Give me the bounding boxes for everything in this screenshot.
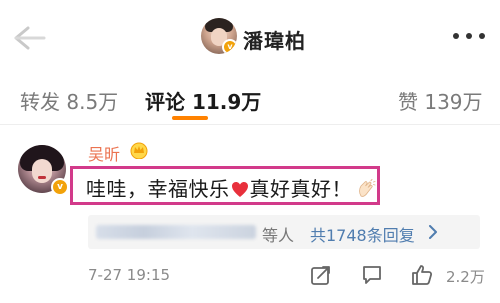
header-avatar[interactable]: v: [201, 18, 237, 54]
comment-text: 哇哇，幸福快乐 真好真好！: [86, 173, 376, 202]
share-icon[interactable]: [309, 263, 333, 287]
comment-verified-badge: v: [51, 178, 69, 196]
comment-icon[interactable]: [360, 263, 384, 287]
comment-text-part1: 哇哇，幸福快乐: [86, 177, 230, 201]
replies-count-link[interactable]: 共1748条回复: [310, 222, 415, 246]
chevron-right-icon: [429, 225, 437, 239]
crown-icon: [130, 142, 148, 159]
replies-suffix: 等人: [262, 226, 295, 245]
replies-preview[interactable]: 等人 共1748条回复: [88, 215, 480, 249]
weibo-comments-screen: v 潘瑋柏 转发 8.5万 评论 11.9万 赞 139万 v 吴昕 哇哇，幸福…: [0, 0, 500, 303]
like-count: 2.2万: [446, 268, 485, 286]
more-dots-icon[interactable]: [453, 28, 485, 44]
tab-likes[interactable]: 赞 139万: [398, 86, 483, 115]
back-arrow-icon[interactable]: [10, 24, 50, 52]
comment-text-part2: 真好真好！: [249, 177, 352, 201]
like-icon[interactable]: [410, 263, 434, 287]
verified-badge: v: [222, 39, 237, 54]
tab-reposts[interactable]: 转发 8.5万: [20, 86, 118, 115]
heart-icon: [231, 182, 248, 197]
comment-timestamp: 7-27 19:15: [88, 266, 171, 284]
active-tab-indicator: [172, 116, 208, 120]
tab-comments[interactable]: 评论 11.9万: [145, 86, 261, 115]
clap-icon: [359, 179, 376, 197]
tab-bar: 转发 8.5万 评论 11.9万 赞 139万: [0, 72, 500, 125]
header-username[interactable]: 潘瑋柏: [243, 25, 306, 54]
blurred-reply-names: [96, 225, 256, 239]
comment-author[interactable]: 吴昕: [88, 141, 120, 165]
top-header: v 潘瑋柏: [0, 0, 500, 72]
